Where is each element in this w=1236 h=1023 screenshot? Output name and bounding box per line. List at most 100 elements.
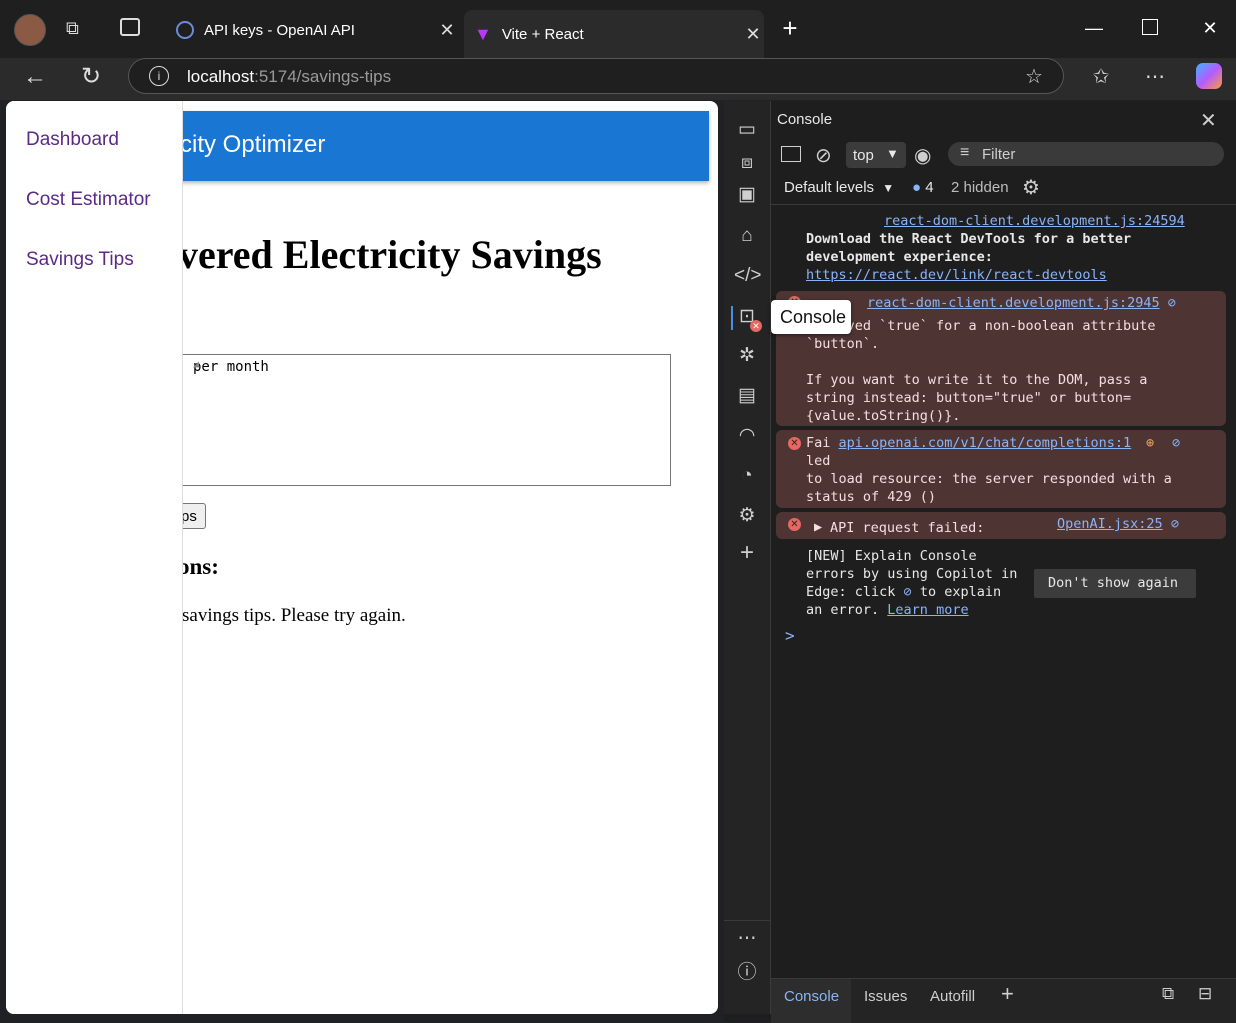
divider bbox=[771, 204, 1236, 205]
source-link[interactable]: react-dom-client.development.js:24594 bbox=[884, 213, 1185, 229]
info-icon[interactable]: i bbox=[149, 66, 169, 86]
tooltip-text: Console bbox=[780, 307, 847, 327]
drawer-tab-issues[interactable]: Issues bbox=[864, 988, 907, 1005]
live-expression-eye-icon[interactable]: ◉ bbox=[914, 143, 931, 168]
app-bar: city Optimizer bbox=[176, 111, 709, 181]
nav-drawer: Dashboard Cost Estimator Savings Tips bbox=[6, 101, 183, 1014]
message-text: Download the React DevTools for a better… bbox=[806, 231, 1132, 265]
memory-chip-icon[interactable]: ⚙ bbox=[734, 503, 760, 529]
hint-line: to explain bbox=[919, 584, 1002, 600]
chevron-down-icon: ▼ bbox=[882, 181, 895, 195]
message-text: API request failed: bbox=[830, 520, 985, 536]
address-bar[interactable]: i localhost:5174/savings-tips ☆ bbox=[128, 58, 1064, 94]
window-icon[interactable]: ▣ bbox=[734, 182, 760, 208]
network-wifi-icon[interactable]: ◠ bbox=[734, 423, 760, 449]
maximize-icon[interactable] bbox=[1142, 19, 1158, 35]
more-icon[interactable]: ⋯ bbox=[1142, 64, 1168, 90]
resize-handle-icon[interactable]: ◢ bbox=[193, 359, 668, 485]
tab-vite[interactable]: ▼ Vite + React ✕ bbox=[464, 10, 764, 58]
active-indicator bbox=[731, 306, 733, 330]
back-icon[interactable]: ← bbox=[22, 64, 48, 90]
nav-cost-estimator[interactable]: Cost Estimator bbox=[26, 189, 151, 211]
copilot-explain-icon[interactable]: ⊘ bbox=[1168, 295, 1176, 311]
console-prompt[interactable]: > bbox=[785, 626, 795, 645]
add-tab-plus-icon[interactable]: + bbox=[1001, 981, 1014, 1007]
close-devtools-icon[interactable]: ✕ bbox=[1200, 108, 1217, 133]
elements-code-icon[interactable]: </> bbox=[734, 263, 761, 289]
filter-input[interactable]: ≡ Filter bbox=[948, 142, 1224, 166]
error-message: savings tips. Please try again. bbox=[182, 605, 406, 626]
application-icon[interactable]: ▤ bbox=[734, 383, 760, 409]
nav-savings-tips[interactable]: Savings Tips bbox=[26, 249, 134, 271]
minimize-icon[interactable]: — bbox=[1082, 16, 1106, 40]
expand-triangle-icon[interactable]: ▶ bbox=[814, 518, 822, 536]
source-link[interactable]: OpenAI.jsx:25 bbox=[1057, 516, 1163, 532]
clear-console-icon[interactable]: ⊘ bbox=[815, 143, 832, 168]
hint-line: [NEW] Explain Console bbox=[806, 548, 977, 564]
close-icon[interactable]: ✕ bbox=[436, 20, 458, 41]
message-count-badge[interactable]: ● 4 bbox=[912, 179, 934, 196]
welcome-home-icon[interactable]: ⌂ bbox=[734, 223, 760, 249]
message-line: status of 429 () bbox=[806, 489, 937, 505]
hint-line: an error. bbox=[806, 602, 880, 618]
divider bbox=[724, 920, 770, 921]
more-options-icon[interactable]: ⋯ bbox=[734, 926, 760, 952]
console-message-info: react-dom-client.development.js:24594 Do… bbox=[776, 212, 1226, 290]
context-value: top bbox=[853, 147, 874, 164]
help-icon[interactable]: ⓘ bbox=[734, 960, 760, 986]
favorites-icon[interactable]: ✩ bbox=[1088, 64, 1114, 90]
workspaces-icon[interactable]: ⧉ bbox=[66, 18, 90, 42]
url-path: :5174/savings-tips bbox=[254, 67, 392, 86]
app-title: city Optimizer bbox=[180, 131, 326, 158]
drawer-tab-console[interactable]: Console bbox=[784, 988, 839, 1005]
source-link[interactable]: api.openai.com/v1/chat/completions:1 bbox=[839, 435, 1132, 451]
copilot-explain-icon[interactable]: ⊘ bbox=[1171, 516, 1179, 532]
drawer-tab-autofill[interactable]: Autofill bbox=[930, 988, 975, 1005]
sidebar-toggle-icon[interactable] bbox=[781, 146, 801, 162]
nav-dashboard[interactable]: Dashboard bbox=[26, 129, 119, 151]
inspect-icon[interactable]: ⧈ bbox=[734, 150, 760, 176]
profile-avatar[interactable] bbox=[14, 14, 46, 46]
web-page: city Optimizer vered Electricity Savings… bbox=[6, 101, 718, 1014]
message-bubble-icon: ● bbox=[912, 179, 922, 196]
performance-icon[interactable]: ◔ bbox=[734, 463, 760, 489]
favorite-star-icon[interactable]: ☆ bbox=[1025, 64, 1043, 89]
filter-icon: ≡ bbox=[960, 144, 970, 161]
panel-title: Console bbox=[777, 111, 833, 128]
url-text[interactable]: localhost:5174/savings-tips bbox=[187, 67, 391, 87]
source-link[interactable]: react-dom-client.development.js:2945 bbox=[867, 295, 1160, 311]
device-emulation-icon[interactable]: ▭ bbox=[734, 117, 760, 143]
copilot-explain-icon[interactable]: ⊘ bbox=[1172, 434, 1180, 452]
dont-show-again-button[interactable]: Don't show again bbox=[1034, 569, 1196, 598]
results-heading: ons: bbox=[178, 554, 219, 579]
openai-icon bbox=[176, 21, 194, 39]
levels-label: Default levels bbox=[784, 179, 875, 196]
refresh-icon[interactable]: ↻ bbox=[78, 64, 104, 90]
log-levels-dropdown[interactable]: Default levels ▼ bbox=[784, 179, 894, 196]
network-request-icon[interactable]: ⊕ bbox=[1146, 434, 1154, 452]
close-icon[interactable]: ✕ bbox=[742, 24, 764, 45]
bug-icon[interactable]: ✲ bbox=[734, 343, 760, 369]
tooltip: Console bbox=[771, 300, 851, 334]
new-tab-icon[interactable]: + bbox=[778, 15, 802, 41]
devtools-link[interactable]: https://react.dev/link/react-devtools bbox=[806, 267, 1107, 283]
tab-actions-icon[interactable] bbox=[120, 18, 140, 36]
message-line: string instead: button="true" or button= bbox=[806, 390, 1132, 406]
dock-drawer-icon[interactable]: ⧉ bbox=[1162, 984, 1174, 1004]
console-message-error: ✕ Fai api.openai.com/v1/chat/completions… bbox=[776, 430, 1226, 508]
copilot-icon[interactable] bbox=[1196, 63, 1222, 89]
learn-more-link[interactable]: Learn more bbox=[887, 602, 968, 618]
usage-textarea[interactable]: per month ◢ bbox=[166, 354, 671, 486]
window-close-icon[interactable]: ✕ bbox=[1198, 16, 1222, 40]
message-line: If you want to write it to the DOM, pass… bbox=[806, 372, 1148, 388]
tab-openai[interactable]: API keys - OpenAI API ✕ bbox=[168, 10, 458, 50]
console-message-error[interactable]: ✕ ▶ API request failed: OpenAI.jsx:25 ⊘ bbox=[776, 512, 1226, 539]
more-tools-plus-icon[interactable]: + bbox=[734, 540, 760, 566]
context-select[interactable]: top ▼ bbox=[846, 142, 906, 168]
collapse-drawer-icon[interactable]: ⊟ bbox=[1198, 984, 1212, 1004]
console-settings-gear-icon[interactable]: ⚙ bbox=[1022, 175, 1040, 200]
message-count: 4 bbox=[925, 179, 934, 196]
message-text: Received `true` for a non-boolean attrib… bbox=[806, 317, 1156, 335]
error-badge-icon: ✕ bbox=[750, 320, 762, 332]
message-line: `button`. bbox=[806, 336, 880, 352]
